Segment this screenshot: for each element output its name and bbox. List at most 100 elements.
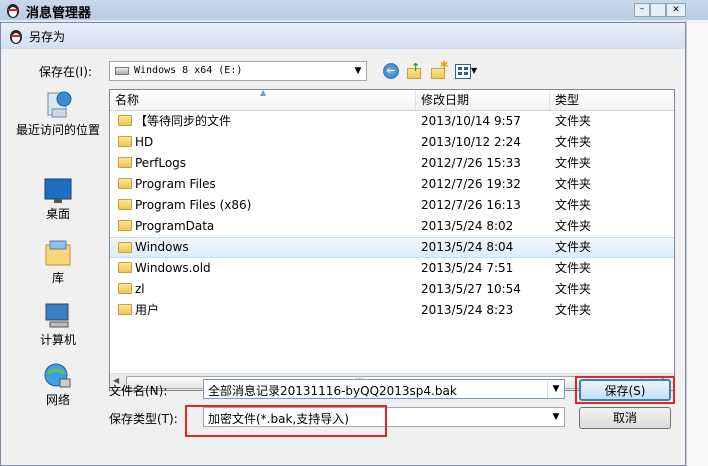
dialog-title: 另存为 xyxy=(29,30,66,44)
minimize-button[interactable]: – xyxy=(634,3,650,17)
place-computer[interactable]: 计算机 xyxy=(13,301,103,348)
view-menu-icon[interactable] xyxy=(455,64,471,79)
file-date: 2013/5/24 8:02 xyxy=(421,219,514,233)
location-value: Windows 8 x64 (E:) xyxy=(134,65,243,76)
close-button[interactable]: ✕ xyxy=(666,3,686,17)
folder-icon xyxy=(118,178,132,189)
drive-icon xyxy=(115,67,129,75)
place-label: 桌面 xyxy=(45,207,70,221)
file-type: 文件夹 xyxy=(555,198,592,212)
column-header-date[interactable]: 修改日期 xyxy=(416,90,550,110)
file-date: 2013/10/14 9:57 xyxy=(421,114,521,128)
dialog-titlebar: 另存为 xyxy=(1,23,685,49)
place-label: 网络 xyxy=(45,393,70,407)
list-item[interactable]: Program Files 2012/7/26 19:32 文件夹 xyxy=(110,174,674,195)
place-libraries[interactable]: 库 xyxy=(13,239,103,286)
folder-icon xyxy=(118,283,132,294)
file-type: 文件夹 xyxy=(555,114,592,128)
location-combobox[interactable]: Windows 8 x64 (E:) ▼ xyxy=(109,61,367,81)
file-name: Windows.old xyxy=(135,261,211,275)
file-name: Program Files (x86) xyxy=(135,198,252,212)
sort-ascending-icon: ▲ xyxy=(260,89,267,97)
file-date: 2013/10/12 2:24 xyxy=(421,135,521,149)
folder-icon xyxy=(118,157,132,168)
place-desktop[interactable]: 桌面 xyxy=(13,177,103,222)
computer-icon xyxy=(45,303,69,328)
background-window-panel xyxy=(686,20,708,466)
place-recent[interactable]: 最近访问的位置 xyxy=(13,89,103,138)
file-date: 2012/7/26 16:13 xyxy=(421,198,521,212)
file-name: 【等待同步的文件 xyxy=(135,114,232,128)
qq-penguin-icon xyxy=(7,4,19,18)
file-name: Windows xyxy=(135,240,189,254)
background-window-title: 消息管理器 xyxy=(26,6,92,21)
file-name: Program Files xyxy=(135,177,216,191)
save-as-dialog: 另存为 保存在(I): Windows 8 x64 (E:) ▼ ← ↑ ✱ ▼… xyxy=(0,22,686,466)
list-item[interactable]: 【等待同步的文件 2013/10/14 9:57 文件夹 xyxy=(110,111,674,132)
list-item[interactable]: Program Files (x86) 2012/7/26 16:13 文件夹 xyxy=(110,195,674,216)
file-date: 2012/7/26 15:33 xyxy=(421,156,521,170)
list-item[interactable]: PerfLogs 2012/7/26 15:33 文件夹 xyxy=(110,153,674,174)
network-icon xyxy=(44,363,71,388)
qq-penguin-icon xyxy=(10,30,22,44)
file-date: 2012/7/26 19:32 xyxy=(421,177,521,191)
file-type: 文件夹 xyxy=(555,177,592,191)
file-name: PerfLogs xyxy=(135,156,187,170)
file-date: 2013/5/24 8:04 xyxy=(421,240,514,254)
file-date: 2013/5/27 10:54 xyxy=(421,282,521,296)
folder-icon xyxy=(118,115,132,126)
file-name: HD xyxy=(135,135,154,149)
list-item[interactable]: ProgramData 2013/5/24 8:02 文件夹 xyxy=(110,216,674,237)
file-date: 2013/5/24 7:51 xyxy=(421,261,514,275)
chevron-down-icon[interactable]: ▼ xyxy=(471,66,477,75)
places-bar: 最近访问的位置 桌面 库 计算机 网络 xyxy=(13,89,105,407)
libraries-icon xyxy=(45,240,71,266)
folder-icon xyxy=(118,199,132,210)
background-window-titlebar: 消息管理器 – ✕ xyxy=(0,0,708,21)
filetype-highlight-box xyxy=(185,405,387,437)
chevron-down-icon[interactable]: ▼ xyxy=(548,408,564,426)
file-type: 文件夹 xyxy=(555,282,592,296)
file-type: 文件夹 xyxy=(555,156,592,170)
file-date: 2013/5/24 8:23 xyxy=(421,303,514,317)
folder-icon xyxy=(118,262,132,273)
new-folder-icon[interactable]: ✱ xyxy=(431,60,448,79)
up-folder-icon[interactable]: ↑ xyxy=(407,61,423,79)
chevron-down-icon[interactable]: ▼ xyxy=(547,380,564,398)
file-type: 文件夹 xyxy=(555,219,592,233)
file-list[interactable]: 名称 ▲ 修改日期 类型 【等待同步的文件 2013/10/14 9:57 文件夹 H… xyxy=(109,89,675,391)
file-type: 文件夹 xyxy=(555,135,592,149)
save-in-label: 保存在(I): xyxy=(39,65,92,79)
list-item[interactable]: Windows.old 2013/5/24 7:51 文件夹 xyxy=(110,258,674,279)
save-button-highlight-box xyxy=(575,376,675,404)
file-rows: 【等待同步的文件 2013/10/14 9:57 文件夹 HD 2013/10/12 2… xyxy=(110,111,674,373)
list-item[interactable]: Windows 2013/5/24 8:04 文件夹 xyxy=(110,237,674,258)
cancel-button[interactable]: 取消 xyxy=(579,407,671,429)
folder-icon xyxy=(118,242,132,253)
folder-icon xyxy=(118,136,132,147)
list-item[interactable]: 用户 2013/5/24 8:23 文件夹 xyxy=(110,300,674,321)
place-label: 计算机 xyxy=(39,333,76,347)
folder-icon xyxy=(118,220,132,231)
recent-places-icon xyxy=(47,91,72,118)
filename-label: 文件名(N): xyxy=(109,384,168,398)
filename-value: 全部消息记录20131116-byQQ2013sp4.bak xyxy=(208,384,457,398)
desktop-icon xyxy=(44,178,72,203)
file-name: zl xyxy=(135,282,145,296)
file-type: 文件夹 xyxy=(555,303,592,317)
column-header-type[interactable]: 类型 xyxy=(550,90,674,110)
file-list-header: 名称 ▲ 修改日期 类型 xyxy=(110,90,674,111)
filename-input[interactable]: 全部消息记录20131116-byQQ2013sp4.bak ▼ xyxy=(203,379,565,399)
maximize-button[interactable] xyxy=(650,3,666,17)
place-network[interactable]: 网络 xyxy=(13,361,103,408)
chevron-down-icon[interactable]: ▼ xyxy=(350,62,366,80)
place-label: 最近访问的位置 xyxy=(15,123,100,137)
file-type: 文件夹 xyxy=(555,261,592,275)
file-name: 用户 xyxy=(135,303,160,317)
file-type: 文件夹 xyxy=(555,240,592,254)
list-item[interactable]: zl 2013/5/27 10:54 文件夹 xyxy=(110,279,674,300)
filetype-label: 保存类型(T): xyxy=(109,412,178,426)
list-item[interactable]: HD 2013/10/12 2:24 文件夹 xyxy=(110,132,674,153)
back-icon[interactable]: ← xyxy=(383,63,399,79)
file-name: ProgramData xyxy=(135,219,215,233)
